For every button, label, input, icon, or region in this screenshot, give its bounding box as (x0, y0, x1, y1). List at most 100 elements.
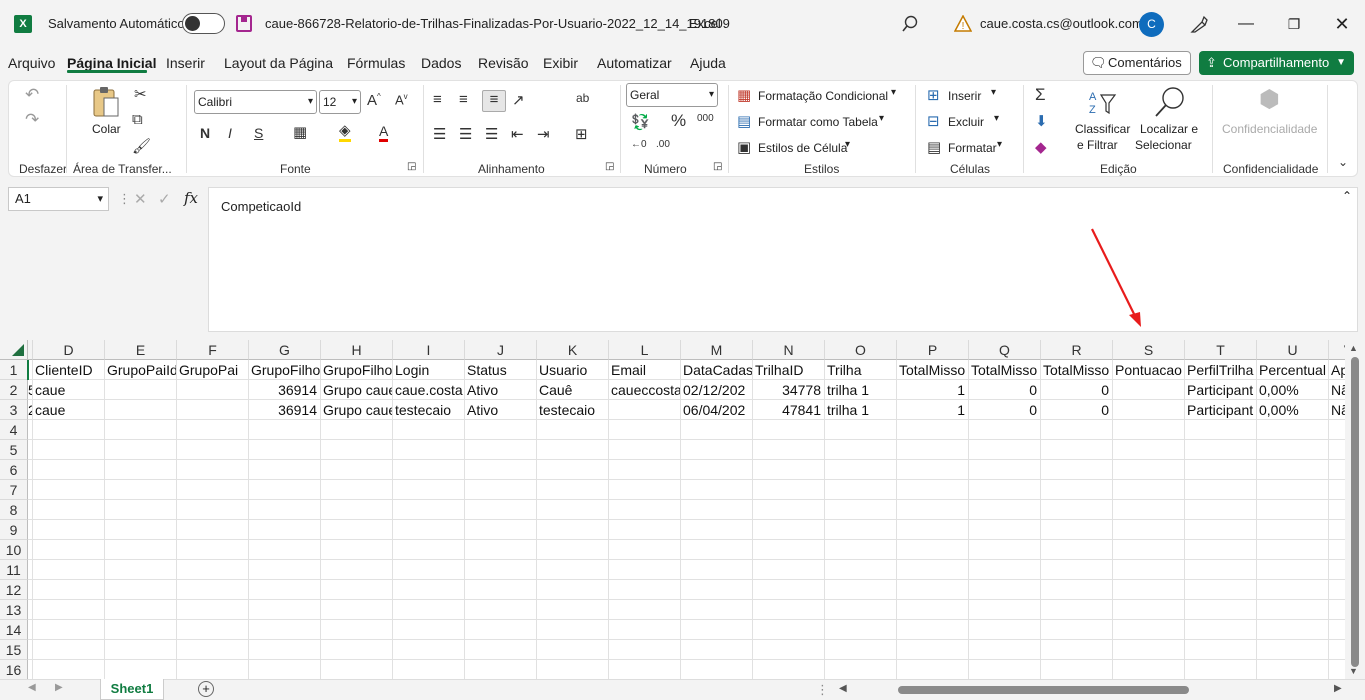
cell-m10[interactable] (681, 540, 753, 560)
cell-o4[interactable] (825, 420, 897, 440)
cell-u10[interactable] (1257, 540, 1329, 560)
cell-n15[interactable] (753, 640, 825, 660)
cell-r9[interactable] (1041, 520, 1113, 540)
cell-n14[interactable] (753, 620, 825, 640)
number-format-select[interactable]: Geral ▾ (626, 83, 718, 107)
column-header-s[interactable]: S (1113, 340, 1185, 360)
cell-e3[interactable] (105, 400, 177, 420)
cell-h5[interactable] (321, 440, 393, 460)
column-header-i[interactable]: I (393, 340, 465, 360)
cell-e11[interactable] (105, 560, 177, 580)
font-size-select[interactable]: 12 ▾ (319, 90, 361, 114)
name-box[interactable]: A1 ▾ (8, 187, 109, 211)
cell-v8[interactable] (1329, 500, 1345, 520)
cell-u3[interactable]: 0,00% (1257, 400, 1329, 420)
cell-i15[interactable] (393, 640, 465, 660)
cell-t5[interactable] (1185, 440, 1257, 460)
designer-pen-icon[interactable] (1189, 14, 1209, 34)
cell-n7[interactable] (753, 480, 825, 500)
cell-s4[interactable] (1113, 420, 1185, 440)
cell-r8[interactable] (1041, 500, 1113, 520)
cell-d11[interactable] (33, 560, 105, 580)
cell-e9[interactable] (105, 520, 177, 540)
cell-p3[interactable]: 1 (897, 400, 969, 420)
cell-l12[interactable] (609, 580, 681, 600)
cell-e14[interactable] (105, 620, 177, 640)
cell-u2[interactable]: 0,00% (1257, 380, 1329, 400)
cell-k16[interactable] (537, 660, 609, 679)
cell-l4[interactable] (609, 420, 681, 440)
cell-p13[interactable] (897, 600, 969, 620)
cell-o16[interactable] (825, 660, 897, 679)
cell-i11[interactable] (393, 560, 465, 580)
cut-icon[interactable]: ✂ (134, 85, 147, 103)
cell-j13[interactable] (465, 600, 537, 620)
cell-t15[interactable] (1185, 640, 1257, 660)
decrease-font-icon[interactable]: Av (395, 92, 408, 107)
cell-v5[interactable] (1329, 440, 1345, 460)
column-header-e[interactable]: E (105, 340, 177, 360)
sort-filter-icon[interactable]: AZ (1087, 87, 1117, 117)
conditional-format-button[interactable]: Formatação Condicional (758, 89, 888, 103)
cell-o15[interactable] (825, 640, 897, 660)
cell-g13[interactable] (249, 600, 321, 620)
cell-r10[interactable] (1041, 540, 1113, 560)
insert-function-button[interactable]: fx (184, 189, 198, 207)
comments-button[interactable]: 🗨 Comentários (1083, 51, 1191, 75)
save-icon[interactable] (236, 15, 252, 32)
row-header-2[interactable]: 2 (0, 380, 28, 400)
cell-g8[interactable] (249, 500, 321, 520)
cell-m11[interactable] (681, 560, 753, 580)
cell-s13[interactable] (1113, 600, 1185, 620)
cell-h11[interactable] (321, 560, 393, 580)
cell-p16[interactable] (897, 660, 969, 679)
avatar[interactable]: C (1139, 12, 1164, 37)
cell-o13[interactable] (825, 600, 897, 620)
cell-n8[interactable] (753, 500, 825, 520)
cell-p12[interactable] (897, 580, 969, 600)
cell-l5[interactable] (609, 440, 681, 460)
font-name-select[interactable]: Calibri ▾ (194, 90, 317, 114)
cell-j6[interactable] (465, 460, 537, 480)
cell-u13[interactable] (1257, 600, 1329, 620)
tab-automatizar[interactable]: Automatizar (597, 55, 672, 71)
cell-v13[interactable] (1329, 600, 1345, 620)
select-all-button[interactable] (0, 340, 28, 360)
cell-g7[interactable] (249, 480, 321, 500)
cell-m3[interactable]: 06/04/202 (681, 400, 753, 420)
cell-t12[interactable] (1185, 580, 1257, 600)
cell-d15[interactable] (33, 640, 105, 660)
cell-j9[interactable] (465, 520, 537, 540)
sheet-tab-sheet1[interactable]: Sheet1 (100, 679, 164, 700)
tab-split-handle[interactable]: ⋮ (816, 682, 829, 698)
cell-m2[interactable]: 02/12/202 (681, 380, 753, 400)
cell-d1[interactable]: ClienteID (33, 360, 105, 380)
row-header-15[interactable]: 15 (0, 640, 28, 660)
row-header-1[interactable]: 1 (0, 360, 28, 380)
cell-p9[interactable] (897, 520, 969, 540)
delete-cells-icon[interactable]: ⊟ (927, 112, 940, 130)
cell-i9[interactable] (393, 520, 465, 540)
cell-e7[interactable] (105, 480, 177, 500)
cell-h8[interactable] (321, 500, 393, 520)
cell-h10[interactable] (321, 540, 393, 560)
cell-q13[interactable] (969, 600, 1041, 620)
cell-q14[interactable] (969, 620, 1041, 640)
row-header-5[interactable]: 5 (0, 440, 28, 460)
cell-l7[interactable] (609, 480, 681, 500)
cell-t10[interactable] (1185, 540, 1257, 560)
cell-k3[interactable]: testecaio (537, 400, 609, 420)
column-header-v[interactable]: V (1329, 340, 1345, 360)
accounting-format-icon[interactable]: 💱 (631, 113, 650, 131)
fill-color-icon[interactable]: ◈ (339, 123, 351, 142)
row-header-8[interactable]: 8 (0, 500, 28, 520)
cell-p5[interactable] (897, 440, 969, 460)
underline-button[interactable]: S (254, 125, 263, 141)
cell-t16[interactable] (1185, 660, 1257, 679)
cell-i4[interactable] (393, 420, 465, 440)
cell-t6[interactable] (1185, 460, 1257, 480)
cell-k15[interactable] (537, 640, 609, 660)
warning-icon[interactable]: ! (954, 15, 972, 32)
cell-s7[interactable] (1113, 480, 1185, 500)
column-header-n[interactable]: N (753, 340, 825, 360)
